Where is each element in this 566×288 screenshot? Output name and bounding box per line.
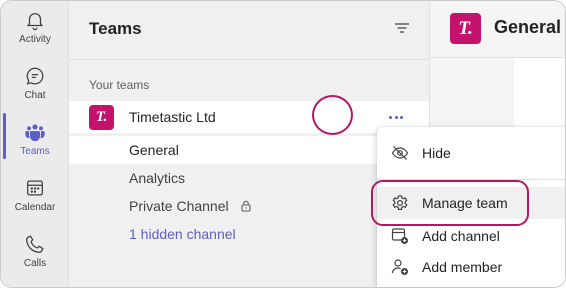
teams-icon	[25, 124, 45, 142]
add-channel-icon	[391, 228, 408, 244]
phone-icon	[26, 235, 44, 253]
rail-item-calls[interactable]: Calls	[1, 233, 69, 285]
channel-private-label: Private Channel	[129, 198, 229, 214]
rail-label: Teams	[20, 146, 50, 157]
bell-icon	[26, 13, 44, 31]
team-name: Timetastic Ltd	[129, 109, 216, 125]
filter-icon[interactable]	[393, 19, 411, 37]
highlight-ring-more	[312, 95, 353, 135]
eye-off-icon	[391, 146, 409, 160]
panel-title: Teams	[89, 19, 142, 38]
channel-header-avatar: T.	[450, 13, 481, 44]
highlight-ring-manage-team	[371, 180, 529, 226]
channel-row-selected	[69, 136, 429, 164]
rail-item-chat[interactable]: Chat	[1, 65, 69, 117]
menu-item-label: Add member	[422, 259, 503, 275]
app-rail: Activity Chat Teams Calendar Calls	[1, 1, 69, 287]
team-row-timetastic[interactable]: T. Timetastic Ltd	[69, 101, 429, 133]
more-dot	[389, 115, 393, 119]
divider	[69, 59, 429, 60]
team-avatar: T.	[89, 105, 114, 130]
channel-private[interactable]: Private Channel	[129, 198, 251, 214]
channel-analytics[interactable]: Analytics	[129, 170, 185, 186]
more-dot	[394, 115, 398, 119]
menu-item-add-member[interactable]: Add member	[377, 251, 565, 283]
calendar-icon	[27, 180, 43, 196]
menu-item-label: Add channel	[422, 228, 500, 244]
menu-item-hide[interactable]: Hide	[377, 137, 565, 169]
rail-label: Calendar	[14, 202, 56, 213]
teams-window: Activity Chat Teams Calendar Calls Teams…	[0, 0, 566, 288]
rail-item-teams[interactable]: Teams	[1, 121, 69, 173]
lock-icon	[240, 200, 251, 212]
hidden-channels-link[interactable]: 1 hidden channel	[129, 226, 236, 242]
teams-panel: Teams Your teams T. Timetastic Ltd Gener…	[69, 1, 429, 287]
rail-label: Calls	[23, 258, 47, 269]
add-member-icon	[391, 259, 408, 275]
rail-item-activity[interactable]: Activity	[1, 9, 69, 61]
rail-label: Chat	[24, 90, 46, 101]
channel-general[interactable]: General	[129, 142, 179, 158]
menu-item-label: Hide	[422, 145, 451, 161]
chat-icon	[26, 67, 44, 85]
more-dot	[399, 115, 403, 119]
rail-label: Activity	[19, 34, 51, 45]
section-label-your-teams: Your teams	[89, 78, 150, 92]
channel-header-title: General	[494, 17, 562, 37]
rail-item-calendar[interactable]: Calendar	[1, 177, 69, 229]
